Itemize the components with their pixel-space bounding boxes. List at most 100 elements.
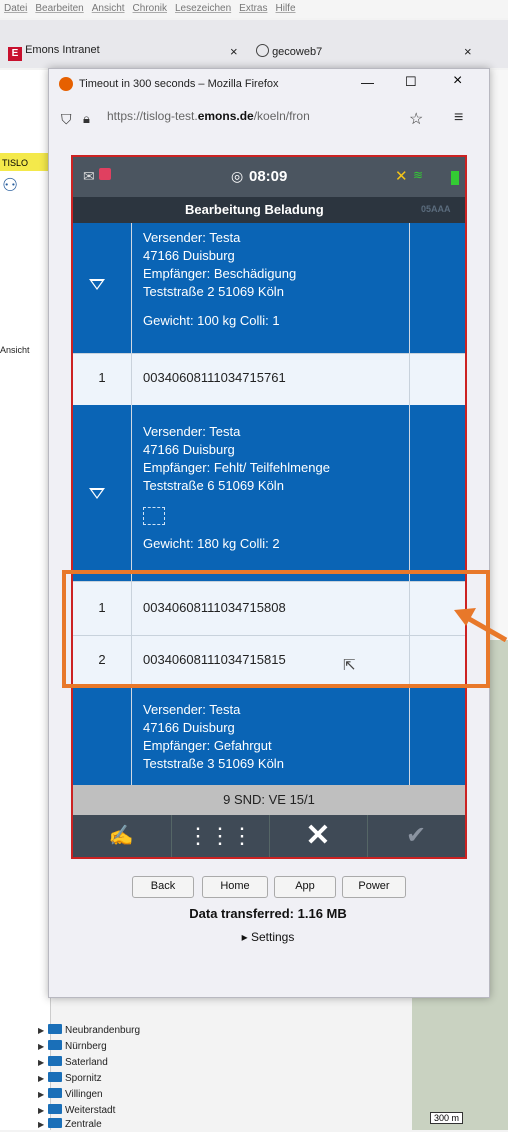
- x-icon: ✕: [305, 819, 331, 852]
- expand-arrow-icon[interactable]: ▶: [38, 1074, 48, 1083]
- grid-button[interactable]: ⋮⋮⋮: [171, 815, 268, 857]
- cancel-button[interactable]: ✕: [269, 815, 366, 857]
- tree-item[interactable]: ▶ Nürnberg: [38, 1040, 107, 1054]
- shipment-block[interactable]: Versender: Testa 47166 Duisburg Empfänge…: [73, 405, 465, 581]
- mobile-app: ✉ ◎ 08:09 ✕ ≋ Bearbeitung Beladung 05AAA…: [71, 155, 467, 859]
- folder-icon: [48, 1040, 62, 1050]
- shipment-block[interactable]: Versender: Testa 47166 Duisburg Empfänge…: [73, 687, 465, 785]
- back-button[interactable]: Back: [132, 876, 194, 898]
- expand-arrow-icon[interactable]: ▶: [38, 1106, 48, 1115]
- expand-arrow-icon[interactable]: ▶: [38, 1058, 48, 1067]
- popup-titlebar[interactable]: Timeout in 300 seconds – Mozilla Firefox…: [49, 69, 489, 101]
- toolbar-label: TISLO: [2, 158, 29, 168]
- sender: Versender: Testa: [143, 702, 241, 717]
- grid-icon: ⋮⋮⋮: [187, 823, 253, 848]
- menu-bar: Datei Bearbeiten Ansicht Chronik Lesezeichen…: [0, 0, 508, 18]
- folder-icon: [48, 1056, 62, 1066]
- folder-icon: [48, 1118, 62, 1128]
- url-domain: emons.de: [197, 109, 254, 123]
- receiver-address: Teststraße 3 51069 Köln: [143, 756, 284, 771]
- settings-toggle[interactable]: ▸ Settings: [48, 930, 488, 944]
- tab-emons-intranet[interactable]: E Emons Intranet ×: [8, 44, 238, 66]
- menu-hilfe[interactable]: Hilfe: [276, 3, 296, 14]
- mail-icon[interactable]: ✉: [83, 168, 95, 185]
- gps-icon: ✕: [395, 168, 408, 185]
- app-titlebar: Bearbeitung Beladung 05AAA: [73, 197, 465, 223]
- close-button[interactable]: ×: [453, 72, 462, 90]
- left-panel: [0, 70, 51, 1130]
- power-button[interactable]: Power: [342, 876, 406, 898]
- firefox-icon: [59, 77, 73, 91]
- tree-item[interactable]: ▶ Saterland: [38, 1056, 108, 1070]
- barcode-scan-icon[interactable]: [143, 507, 165, 525]
- menu-ansicht[interactable]: Ansicht: [92, 3, 125, 14]
- clock-icon: ◎: [231, 168, 244, 184]
- confirm-button[interactable]: ✔: [367, 815, 464, 857]
- menu-datei[interactable]: Datei: [4, 3, 27, 14]
- ansicht-label: Ansicht: [0, 345, 30, 355]
- lock-icon[interactable]: 🔒︎: [83, 111, 90, 127]
- weight: Gewicht: 100 kg Colli: 1: [143, 313, 280, 328]
- sender: Versender: Testa: [143, 424, 241, 439]
- url-suffix: /koeln/fron: [253, 109, 310, 123]
- tab-label: gecoweb7: [272, 46, 323, 58]
- tree-item[interactable]: ▶ Weiterstadt: [38, 1104, 115, 1118]
- tree-item[interactable]: ▶ Villingen: [38, 1088, 103, 1102]
- status-bar: ✉ ◎ 08:09 ✕ ≋: [73, 157, 465, 197]
- tab-label: Emons Intranet: [25, 44, 100, 56]
- collapse-triangle-icon[interactable]: [89, 488, 105, 499]
- hand-icon: ✍: [108, 825, 134, 847]
- binoculars-icon[interactable]: ⚇: [2, 175, 18, 196]
- map-scale: 300 m: [430, 1112, 464, 1124]
- app-title: Bearbeitung Beladung: [185, 202, 324, 217]
- folder-icon: [48, 1024, 62, 1034]
- expand-arrow-icon[interactable]: ▶: [38, 1120, 48, 1129]
- highlight-box: [62, 570, 490, 688]
- sender-city: 47166 Duisburg: [143, 248, 235, 263]
- collapse-triangle-icon[interactable]: [89, 279, 105, 290]
- expand-arrow-icon[interactable]: ▶: [38, 1026, 48, 1035]
- battery-icon: [451, 171, 459, 185]
- menu-lesezeichen[interactable]: Lesezeichen: [175, 3, 231, 14]
- url-field[interactable]: https://tislog-test.emons.de/koeln/fron: [107, 103, 393, 129]
- menu-chronik[interactable]: Chronik: [133, 3, 167, 14]
- table-row[interactable]: 1 00340608111034715761: [73, 353, 465, 406]
- maximize-button[interactable]: ☐: [405, 74, 417, 90]
- folder-icon: [48, 1104, 62, 1114]
- row-code: 00340608111034715761: [143, 370, 286, 385]
- url-prefix: https://tislog-test.: [107, 109, 198, 123]
- expand-arrow-icon[interactable]: ▶: [38, 1042, 48, 1051]
- receiver: Empfänger: Fehlt/ Teilfehlmenge: [143, 460, 330, 475]
- shipment-block[interactable]: Versender: Testa 47166 Duisburg Empfänge…: [73, 223, 465, 353]
- receiver-address: Teststraße 2 51069 Köln: [143, 284, 284, 299]
- expand-arrow-icon[interactable]: ▶: [38, 1090, 48, 1099]
- minimize-button[interactable]: —: [361, 75, 374, 90]
- app-badge-icon[interactable]: [99, 168, 111, 180]
- app-button[interactable]: App: [274, 876, 336, 898]
- clock-time: 08:09: [249, 168, 288, 185]
- weight: Gewicht: 180 kg Colli: 2: [143, 536, 280, 551]
- popup-title: Timeout in 300 seconds – Mozilla Firefox: [79, 78, 279, 90]
- highlight-arrow-icon: [454, 608, 508, 642]
- receiver: Empfänger: Gefahrgut: [143, 738, 272, 753]
- tab-gecoweb7[interactable]: gecoweb7 ×: [256, 44, 472, 66]
- folder-icon: [48, 1088, 62, 1098]
- wifi-icon: ≋: [413, 168, 424, 182]
- tab-close-icon[interactable]: ×: [464, 44, 472, 59]
- menu-icon[interactable]: ≡: [454, 109, 463, 127]
- folder-icon: [48, 1072, 62, 1082]
- tab-close-icon[interactable]: ×: [230, 44, 238, 59]
- tree-item[interactable]: ▶ Neubrandenburg: [38, 1024, 140, 1038]
- tree-item[interactable]: ▶ Spornitz: [38, 1072, 102, 1086]
- sign-button[interactable]: ✍: [73, 815, 169, 857]
- home-button[interactable]: Home: [202, 876, 268, 898]
- app-toolbar: ✍ ⋮⋮⋮ ✕ ✔: [73, 815, 465, 857]
- app-title-code: 05AAA: [421, 204, 451, 214]
- transfer-status: Data transferred: 1.16 MB: [189, 906, 347, 921]
- sender: Versender: Testa: [143, 230, 241, 245]
- shield-icon[interactable]: ⛉: [61, 111, 72, 128]
- menu-extras[interactable]: Extras: [239, 3, 267, 14]
- menu-bearbeiten[interactable]: Bearbeiten: [35, 3, 83, 14]
- bookmark-star-icon[interactable]: ☆: [409, 109, 423, 129]
- receiver-address: Teststraße 6 51069 Köln: [143, 478, 284, 493]
